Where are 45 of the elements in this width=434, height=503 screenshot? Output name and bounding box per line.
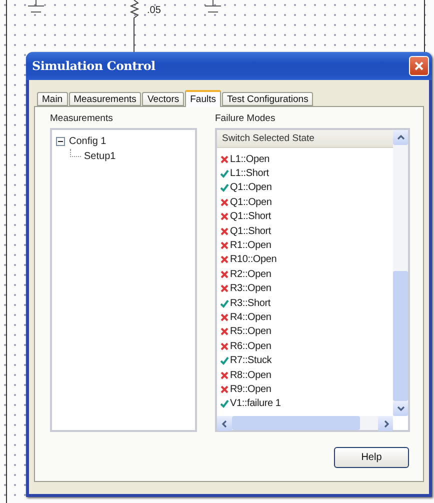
tab[interactable]: Faults [185,90,221,107]
scroll-thumb[interactable] [232,416,360,430]
tab[interactable]: Test Configurations [222,92,314,106]
scroll-up-button[interactable] [393,130,408,145]
tab[interactable]: Vectors [142,92,184,106]
ground-symbol-icon [205,0,222,13]
list-item[interactable]: R5::Open [230,326,272,338]
list-item[interactable]: R3::Open [230,283,272,294]
section-label: Measurements [50,113,114,124]
tree-item[interactable]: Config 1 [69,136,106,147]
scroll-left-button[interactable] [217,416,232,431]
list-item[interactable]: Q1::Open [230,196,272,208]
list-item[interactable]: R2::Open [230,268,272,280]
scroll-right-button[interactable] [378,416,393,431]
section-label: Failure Modes [215,113,276,124]
list-item[interactable]: R10::Open [230,254,277,266]
tab[interactable]: Main [37,92,68,106]
tree-item[interactable]: Setup1 [84,151,116,162]
list-item[interactable]: R9::Open [230,384,272,395]
list-item[interactable]: R8::Open [230,370,272,381]
list-item[interactable]: L1::Open [230,154,270,165]
close-button[interactable] [409,56,429,76]
close-icon [414,61,424,71]
list-item[interactable]: R6::Open [230,340,272,352]
help-button[interactable]: Help [334,447,409,468]
vertical-scrollbar[interactable] [393,130,408,416]
tab[interactable]: Measurements [68,92,142,106]
horizontal-scrollbar[interactable] [217,416,393,430]
column-header[interactable]: Switch Selected State [217,130,393,148]
list-item[interactable]: R1::Open [230,240,272,252]
list-item[interactable]: Q1::Short [230,226,271,237]
resistor-icon [130,0,139,52]
list-item[interactable]: R3::Short [230,298,270,309]
list-item[interactable]: V1::failure 1 [230,398,281,410]
window-title: Simulation Control [32,59,156,73]
collapse-icon[interactable] [56,137,65,146]
list-item[interactable]: R7::Stuck [230,355,272,366]
list-item[interactable]: L1::Short [230,168,269,180]
scroll-thumb[interactable] [393,271,408,401]
ground-symbol-icon [28,0,45,13]
list-item[interactable]: R4::Open [230,312,272,323]
list-item[interactable]: Q1::Short [230,211,271,222]
scroll-down-button[interactable] [393,401,408,416]
resistor-value: .05 [147,5,161,16]
list-item[interactable]: Q1::Open [230,182,272,194]
